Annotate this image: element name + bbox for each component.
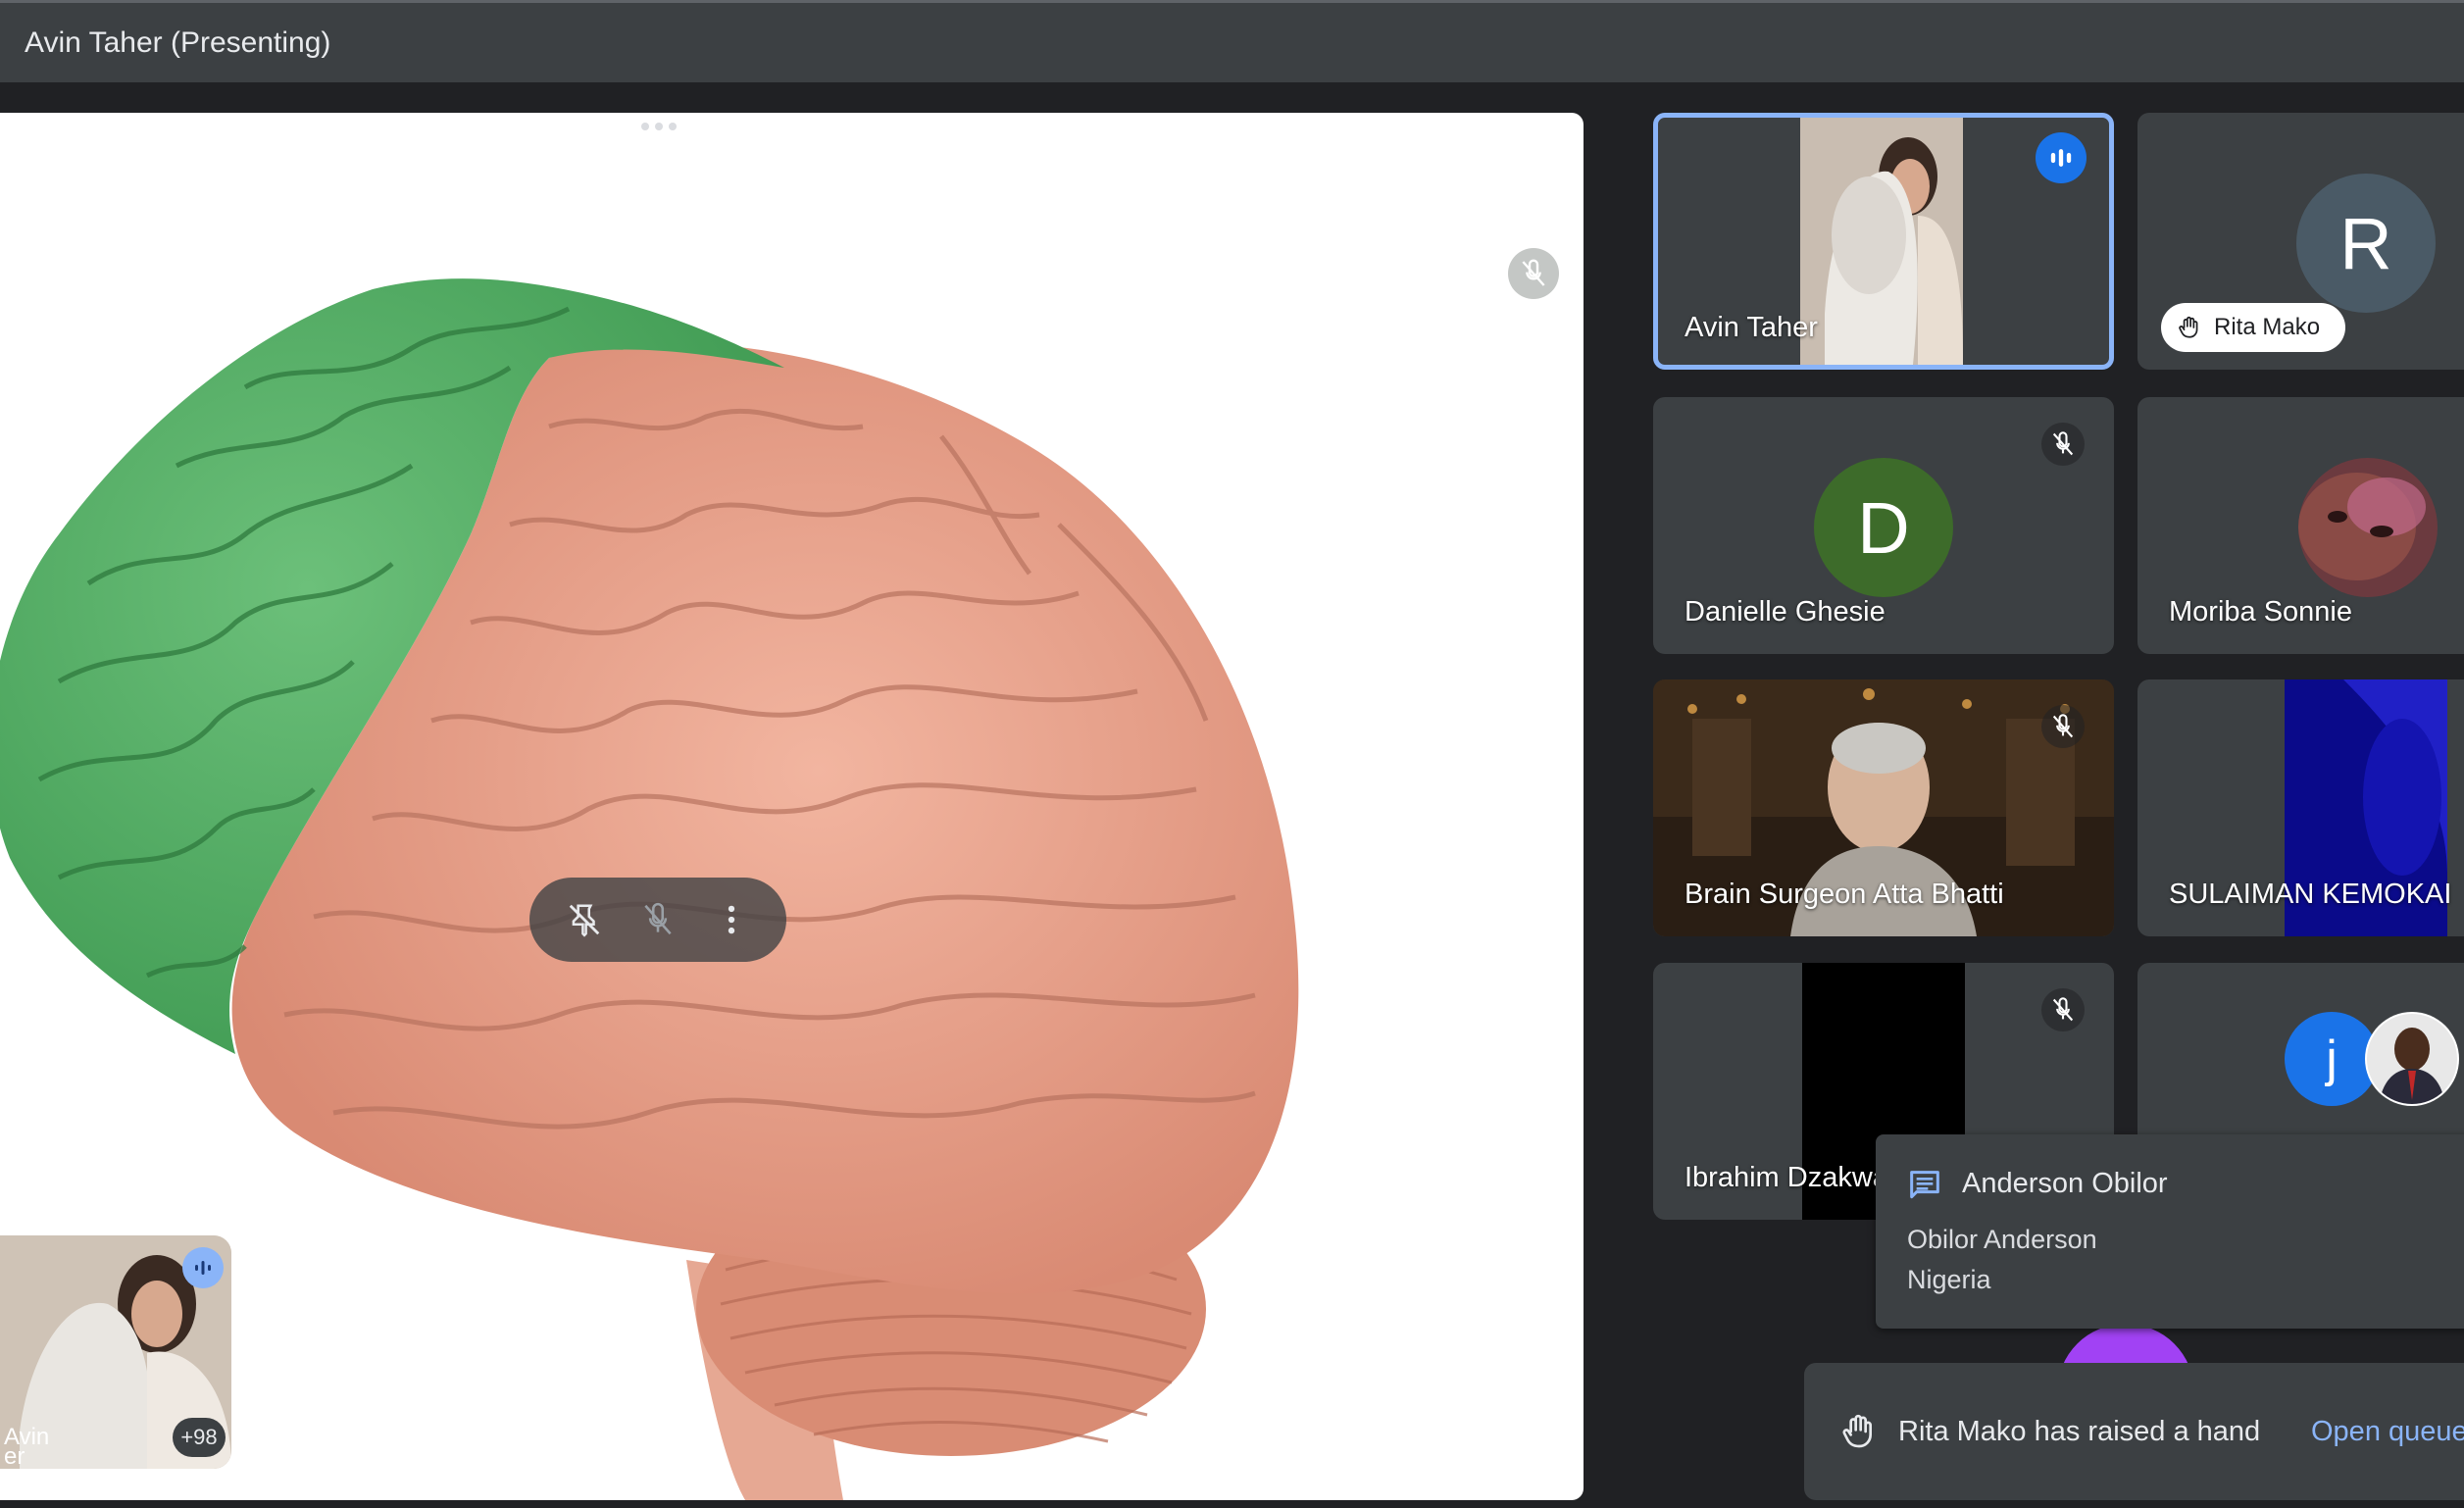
hand-raised-chip: Rita Mako	[2161, 303, 2346, 352]
avatar	[2298, 458, 2438, 597]
participant-tile-rita-mako[interactable]: R Rita Mako	[2137, 113, 2464, 370]
toast-message: Rita Mako has raised a hand	[1898, 1416, 2261, 1447]
avatar	[2365, 1012, 2459, 1106]
participant-tile-avin-taher[interactable]: Avin Taher	[1653, 113, 2114, 370]
self-view-tile[interactable]: Avin er +98	[0, 1235, 231, 1469]
speaking-indicator-icon	[182, 1247, 224, 1288]
chat-icon	[1910, 1171, 1939, 1199]
unpin-button[interactable]	[557, 892, 612, 947]
participant-tile-atta-bhatti[interactable]: Brain Surgeon Atta Bhatti	[1653, 679, 2114, 936]
mic-off-icon	[2041, 705, 2085, 748]
participant-name: Rita Mako	[2214, 314, 2321, 340]
more-options-button[interactable]	[704, 892, 759, 947]
participant-name: Danielle Ghesie	[1685, 596, 1886, 628]
participant-name: Avin Taher	[1685, 312, 1818, 343]
chat-message-line: Nigeria	[1907, 1265, 1991, 1294]
participant-name: SULAIMAN KEMOKAI	[2169, 879, 2452, 910]
chat-sender: Anderson Obilor	[1962, 1168, 2168, 1199]
avatar: D	[1814, 458, 1953, 597]
presentation-stage[interactable]	[0, 113, 1584, 1500]
mic-off-icon	[2041, 423, 2085, 466]
chat-message-line: Obilor Anderson	[1907, 1225, 2097, 1254]
participant-tile-danielle-ghesie[interactable]: D Danielle Ghesie	[1653, 397, 2114, 654]
speaking-indicator-icon	[2036, 132, 2087, 183]
mic-off-icon	[2041, 988, 2085, 1031]
participant-name: Ibrahim Dzakwa	[1685, 1162, 1888, 1193]
participant-video	[1800, 118, 1963, 365]
self-view-name: Avin er	[4, 1424, 50, 1469]
presenter-mic-off-icon	[1508, 248, 1559, 299]
avatar: R	[2296, 174, 2436, 313]
hand-raised-toast: Rita Mako has raised a hand Open queue	[1804, 1363, 2464, 1500]
hand-icon	[2179, 316, 2198, 338]
presenter-title: Avin Taher (Presenting)	[25, 26, 331, 59]
hand-icon	[1842, 1414, 1872, 1448]
brain-illustration	[0, 123, 1299, 1500]
top-bar: Avin Taher (Presenting)	[0, 0, 2464, 82]
tile-hover-controls	[529, 878, 786, 962]
participant-name: Moriba Sonnie	[2169, 596, 2352, 628]
more-participants-count[interactable]: +98	[173, 1418, 226, 1457]
mute-participant-button[interactable]	[630, 892, 685, 947]
participant-tile-moriba-sonnie[interactable]: Moriba Sonnie	[2137, 397, 2464, 654]
participant-name: Brain Surgeon Atta Bhatti	[1685, 879, 2004, 910]
open-queue-button[interactable]: Open queue	[2311, 1416, 2464, 1448]
participant-tile-sulaiman-kemokai[interactable]: SULAIMAN KEMOKAI	[2137, 679, 2464, 936]
chat-notification[interactable]: Anderson Obilor Obilor Anderson Nigeria	[1876, 1134, 2464, 1329]
